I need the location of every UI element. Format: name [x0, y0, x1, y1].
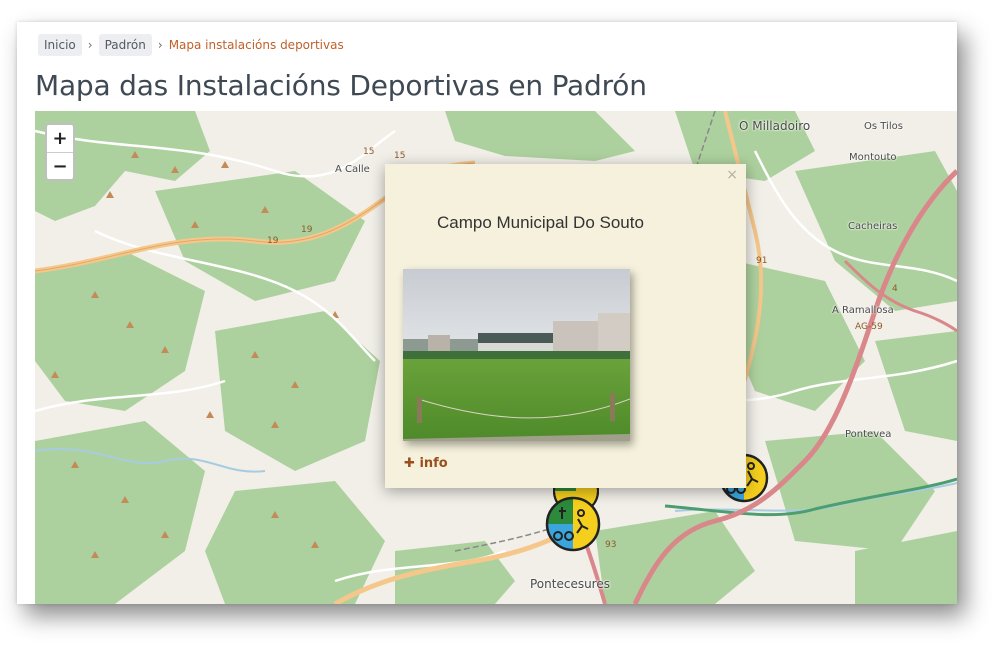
place-label: O Milladoiro — [739, 119, 811, 133]
place-label: Pontecesures — [530, 577, 610, 591]
place-label: Cacheiras — [848, 221, 898, 232]
facility-popup: × Campo Municipal Do Souto ✚ info — [385, 164, 746, 488]
info-link[interactable]: ✚ info — [404, 456, 448, 471]
road-label: 15 — [363, 147, 374, 157]
road-label: 15 — [394, 151, 405, 161]
zoom-control: + − — [45, 123, 75, 181]
plus-icon: ✚ — [404, 456, 415, 471]
facility-photo — [403, 269, 630, 441]
road-label: 19 — [301, 225, 313, 235]
breadcrumb-separator: › — [87, 38, 93, 52]
page-title: Mapa das Instalacións Deportivas en Padr… — [35, 69, 647, 102]
place-label: A Ramallosa — [832, 305, 894, 316]
breadcrumb-item-inicio[interactable]: Inicio — [38, 34, 82, 56]
place-label: A Calle — [335, 164, 370, 175]
zoom-in-button[interactable]: + — [47, 125, 73, 152]
map-view[interactable]: 15 15 19 19 AG-59 91 4 93 + − O Milladoi… — [35, 111, 957, 604]
zoom-out-button[interactable]: − — [47, 152, 73, 179]
page-frame: Inicio › Padrón › Mapa instalacións depo… — [17, 22, 957, 604]
road-label: 91 — [756, 256, 767, 266]
road-label: 19 — [267, 236, 279, 246]
breadcrumb: Inicio › Padrón › Mapa instalacións depo… — [38, 33, 344, 57]
breadcrumb-item-padron[interactable]: Padrón — [98, 34, 152, 56]
sports-facility-marker-icon[interactable] — [544, 495, 602, 553]
road-label: 93 — [605, 540, 616, 550]
place-label: Pontevea — [845, 429, 892, 440]
breadcrumb-separator: › — [157, 38, 163, 52]
road-label: 4 — [892, 284, 898, 294]
popup-title: Campo Municipal Do Souto — [437, 213, 644, 232]
place-label: Montouto — [849, 152, 897, 163]
popup-close-button[interactable]: × — [726, 167, 738, 183]
info-link-label: info — [419, 456, 448, 471]
place-label: Os Tilos — [864, 121, 903, 132]
breadcrumb-current: Mapa instalacións deportivas — [168, 38, 344, 52]
road-label: AG-59 — [855, 322, 883, 332]
